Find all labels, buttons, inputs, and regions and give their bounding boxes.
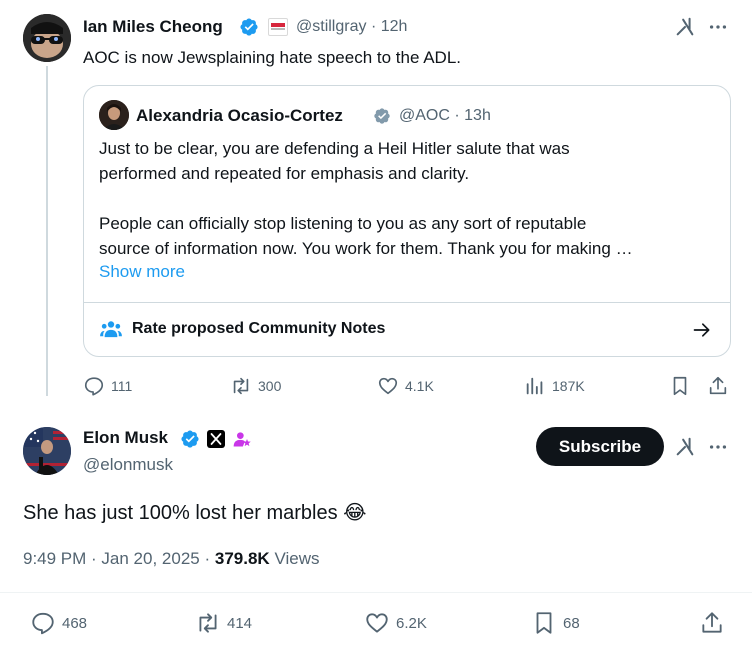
- x-affiliate-icon[interactable]: [207, 430, 225, 448]
- like-count: 6.2K: [396, 614, 427, 632]
- heart-icon: [366, 613, 388, 633]
- tweet-text: AOC is now Jewsplaining hate speech to t…: [83, 48, 461, 67]
- verified-badge-icon[interactable]: [239, 17, 259, 37]
- separator-dot: ·: [370, 18, 377, 35]
- community-notes-icon: [100, 321, 122, 338]
- subscribe-button[interactable]: Subscribe: [536, 427, 664, 466]
- community-notes-label[interactable]: Rate proposed Community Notes: [132, 320, 385, 338]
- repost-icon: [199, 613, 217, 633]
- quote-text-line: performed and repeated for emphasis and …: [99, 164, 470, 183]
- avatar-elon-musk[interactable]: [23, 427, 71, 475]
- quote-author-handle[interactable]: @AOC: [399, 107, 450, 124]
- quote-author-name[interactable]: Alexandria Ocasio-Cortez: [136, 106, 343, 126]
- divider: [0, 592, 752, 593]
- views-label: Views: [274, 549, 320, 568]
- repost-count: 300: [258, 378, 282, 394]
- bookmark-button[interactable]: 68: [531, 610, 580, 636]
- bookmark-icon[interactable]: [669, 375, 691, 397]
- reply-count: 111: [111, 378, 133, 394]
- reply-button[interactable]: 111: [83, 375, 132, 397]
- quote-text-line: People can officially stop listening to …: [99, 214, 587, 233]
- views-count: 379.8K: [214, 549, 270, 568]
- repost-button[interactable]: 414: [195, 610, 252, 636]
- like-button[interactable]: 6.2K: [364, 610, 427, 636]
- bookmark-icon: [536, 612, 552, 634]
- subscriber-badge-icon[interactable]: [232, 429, 252, 449]
- reply-count: 468: [62, 614, 88, 632]
- grok-icon[interactable]: [674, 16, 696, 38]
- government-verified-icon[interactable]: [373, 107, 391, 125]
- separator-dot: ·: [454, 107, 460, 124]
- like-button[interactable]: 4.1K: [377, 375, 434, 397]
- views-count: 187K: [552, 378, 585, 394]
- quote-time[interactable]: 13h: [464, 107, 491, 124]
- author-handle[interactable]: @elonmusk: [83, 455, 173, 475]
- avatar-ian-miles-cheong[interactable]: [23, 14, 71, 62]
- quote-text-line: source of information now. You work for …: [99, 239, 633, 258]
- verified-badge-icon[interactable]: [180, 429, 200, 449]
- author-handle[interactable]: @stillgray: [296, 18, 366, 35]
- show-more-link[interactable]: Show more: [99, 262, 185, 282]
- reply-icon: [84, 377, 104, 396]
- author-name[interactable]: Elon Musk: [83, 428, 168, 448]
- repost-icon: [233, 377, 249, 395]
- grok-icon[interactable]: [674, 436, 696, 458]
- more-options-icon[interactable]: [707, 16, 729, 38]
- bookmark-count: 68: [563, 614, 580, 632]
- arrow-right-icon[interactable]: [692, 320, 712, 340]
- thread-line: [46, 66, 48, 396]
- quoted-tweet-card[interactable]: Alexandria Ocasio-Cortez @AOC · 13h Just…: [83, 85, 731, 357]
- more-options-icon[interactable]: [707, 436, 729, 458]
- views-button[interactable]: 187K: [524, 375, 585, 397]
- tweet-meta: 9:49 PM · Jan 20, 2025 · 379.8K Views: [23, 549, 319, 569]
- tweet-time[interactable]: 12h: [381, 18, 408, 35]
- reply-icon: [32, 612, 54, 635]
- quote-text-line: Just to be clear, you are defending a He…: [99, 139, 570, 158]
- divider: [84, 302, 730, 303]
- tweet-timestamp[interactable]: 9:49 PM · Jan 20, 2025: [23, 549, 200, 568]
- reply-button[interactable]: 468: [30, 610, 87, 636]
- share-icon[interactable]: [707, 375, 729, 397]
- avatar-aoc[interactable]: [99, 100, 129, 130]
- separator-dot: ·: [204, 549, 211, 568]
- quote-handle-time[interactable]: @AOC · 13h: [399, 107, 491, 125]
- author-name[interactable]: Ian Miles Cheong: [83, 17, 223, 37]
- repost-button[interactable]: 300: [230, 375, 281, 397]
- views-icon: [526, 377, 543, 395]
- like-count: 4.1K: [405, 378, 434, 394]
- author-handle-time[interactable]: @stillgray · 12h: [296, 18, 407, 36]
- tweet-text: She has just 100% lost her marbles 😂: [23, 502, 367, 524]
- repost-count: 414: [227, 614, 253, 632]
- heart-icon: [378, 377, 398, 395]
- affiliate-badge[interactable]: [268, 18, 288, 36]
- share-icon[interactable]: [699, 610, 725, 636]
